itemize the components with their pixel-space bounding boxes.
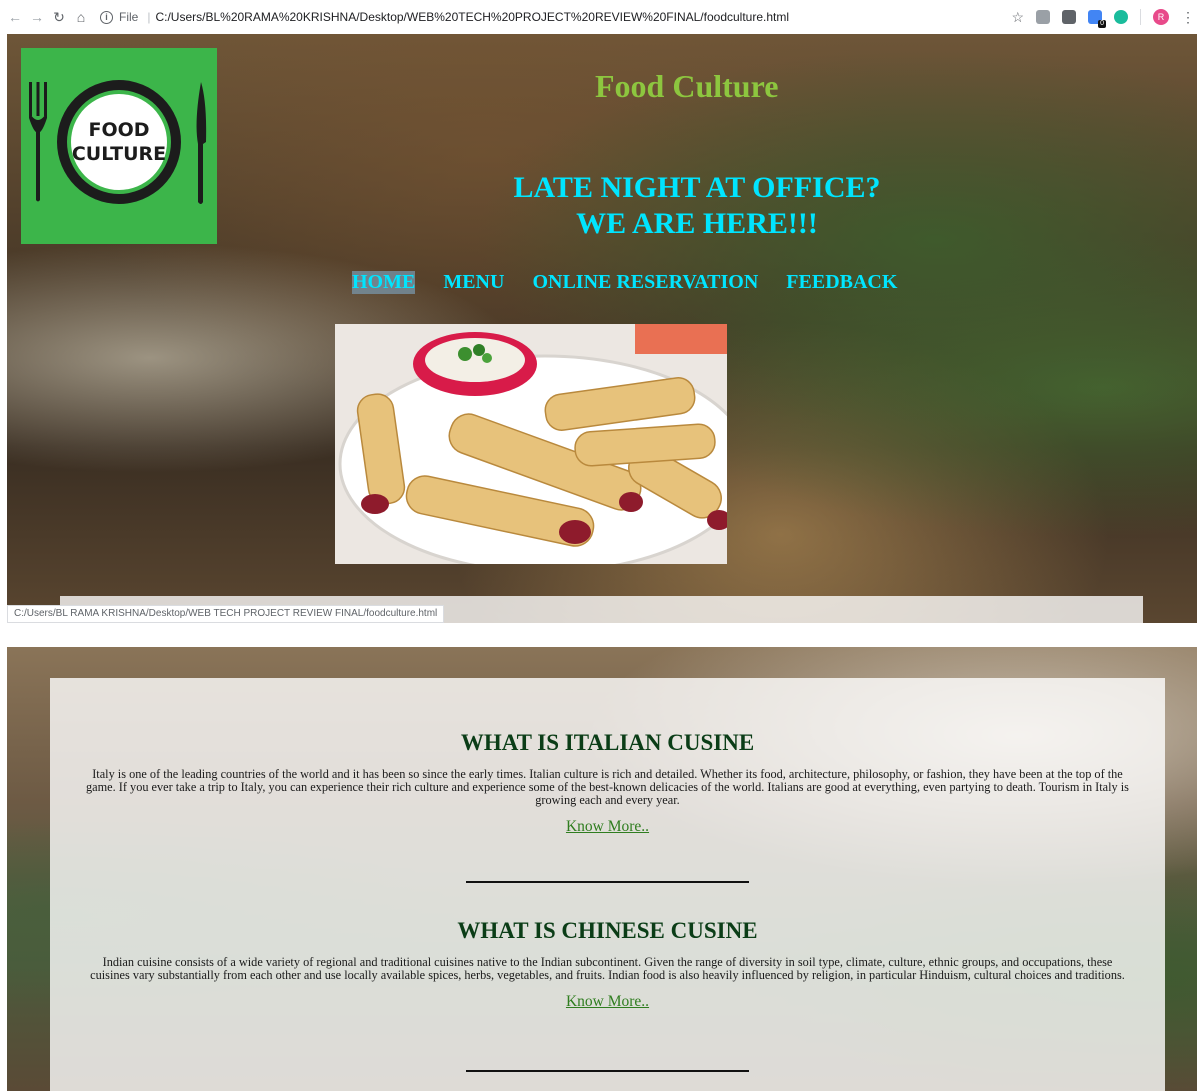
toolbar-divider [1140,9,1141,25]
home-icon[interactable]: ⌂ [70,9,92,25]
address-bar[interactable]: i File | C:/Users/BL%20RAMA%20KRISHNA/De… [100,4,1011,30]
logo-text-food: FOOD [88,119,150,141]
main-nav: HOME MENU ONLINE RESERVATION FEEDBACK [352,271,897,294]
logo[interactable]: FOOD CULTURE [21,48,217,244]
tagline-line-1: LATE NIGHT AT OFFICE? [513,171,881,204]
chinese-heading: WHAT IS CHINESE CUSINE [457,918,758,943]
extension-icon[interactable] [1062,10,1076,24]
italian-section: WHAT IS ITALIAN CUSINE Italy is one of t… [50,730,1165,836]
food-plate-illustration [335,324,727,564]
chinese-section: WHAT IS CHINESE CUSINE Indian cuisine co… [50,918,1165,1011]
italian-paragraph: Italy is one of the leading countries of… [86,767,1129,807]
menu-dots-icon[interactable]: ⋮ [1181,9,1195,26]
extension-icon[interactable] [1036,10,1050,24]
reload-icon[interactable]: ↻ [48,9,70,26]
file-label: File [119,10,139,24]
address-url[interactable]: C:/Users/BL%20RAMA%20KRISHNA/Desktop/WEB… [155,10,789,24]
site-title: Food Culture [595,68,779,104]
hero-food-image [335,324,727,564]
toolbar-actions: ☆ R ⋮ [1011,9,1203,28]
screenshot-gap [0,623,1203,647]
browser-toolbar: ← → ↻ ⌂ i File | C:/Users/BL%20RAMA%20KR… [0,0,1203,34]
nav-link-home[interactable]: HOME [352,271,416,294]
extension-icon[interactable] [1114,10,1128,24]
back-arrow-icon[interactable]: ← [4,9,26,25]
status-bar-url: C:/Users/BL RAMA KRISHNA/Desktop/WEB TEC… [7,605,445,623]
plate-graphic: FOOD CULTURE [57,80,181,204]
address-separator: | [147,10,151,24]
nav-link-feedback[interactable]: FEEDBACK [786,271,897,294]
content-panel: WHAT IS ITALIAN CUSINE Italy is one of t… [50,678,1165,1091]
logo-text-culture: CULTURE [71,143,167,165]
tagline: LATE NIGHT AT OFFICE? WE ARE HERE!!! [467,170,927,242]
section-divider [466,1070,749,1072]
extension-icon[interactable] [1088,10,1107,28]
knife-icon [196,82,207,204]
italian-heading: WHAT IS ITALIAN CUSINE [460,730,755,755]
info-icon[interactable]: i [100,10,113,24]
nav-link-menu[interactable]: MENU [443,271,504,294]
fork-icon [29,82,47,202]
chinese-know-more-link[interactable]: Know More.. [566,993,649,1011]
content-section: WHAT IS ITALIAN CUSINE Italy is one of t… [7,647,1197,1091]
tagline-line-2: WE ARE HERE!!! [576,207,818,240]
star-icon[interactable]: ☆ [1011,9,1024,26]
chinese-paragraph: Indian cuisine consists of a wide variet… [90,955,1125,982]
nav-link-online-reservation[interactable]: ONLINE RESERVATION [532,271,758,294]
hero-section: FOOD CULTURE Food Culture LATE NIGHT AT … [7,34,1197,623]
section-divider [466,881,749,883]
forward-arrow-icon[interactable]: → [26,9,48,25]
profile-avatar[interactable]: R [1153,9,1169,25]
italian-know-more-link[interactable]: Know More.. [566,818,649,836]
